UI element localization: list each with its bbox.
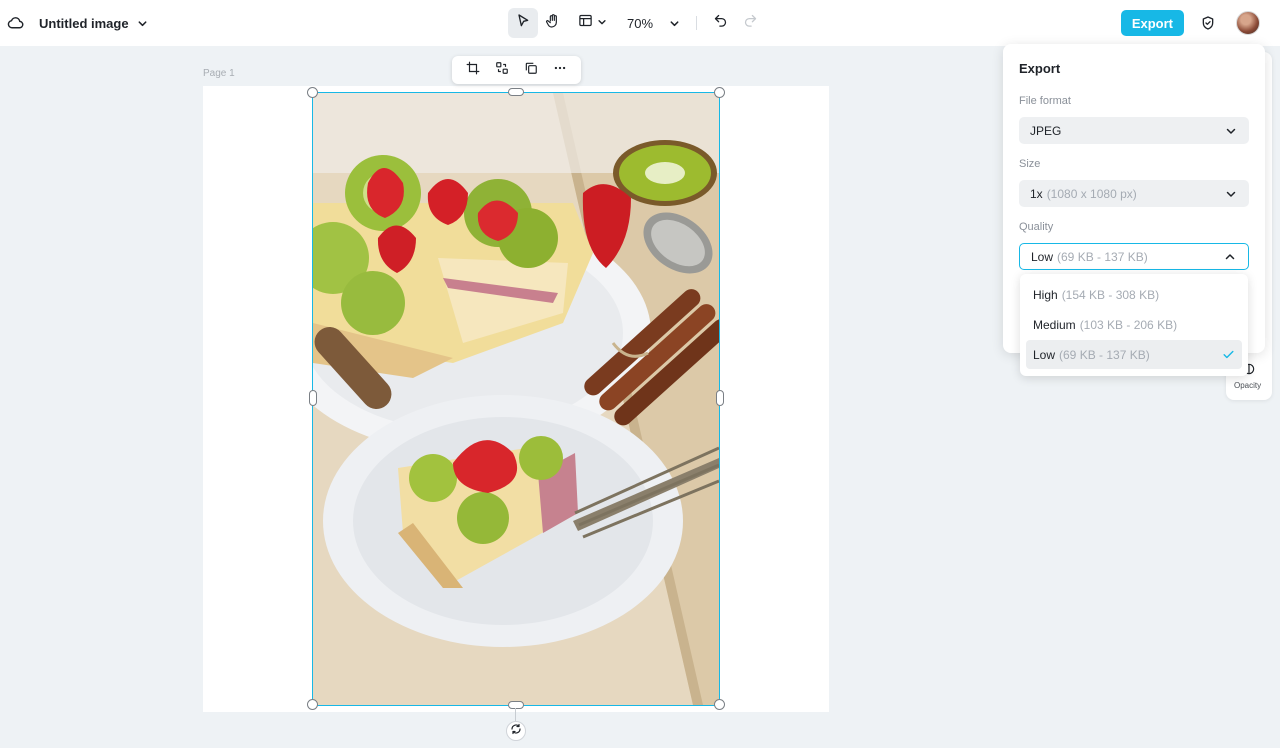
layout-icon bbox=[578, 13, 593, 33]
document-title-area: Untitled image bbox=[6, 10, 149, 36]
crop-icon bbox=[466, 61, 480, 80]
resize-handle-right[interactable] bbox=[716, 390, 724, 406]
hand-tool-button[interactable] bbox=[538, 8, 568, 38]
option-name: High bbox=[1033, 287, 1058, 302]
checkmark-icon bbox=[1222, 348, 1235, 361]
pointer-icon bbox=[515, 13, 531, 34]
size-detail: (1080 x 1080 px) bbox=[1046, 186, 1137, 201]
file-format-label: File format bbox=[1019, 95, 1071, 107]
fruit-tart-photo bbox=[313, 93, 719, 705]
undo-button[interactable] bbox=[705, 8, 735, 38]
quality-option-medium[interactable]: Medium (103 KB - 206 KB) bbox=[1026, 310, 1242, 339]
top-bar: Untitled image 70% Export bbox=[0, 0, 1280, 46]
resize-handle-left[interactable] bbox=[309, 390, 317, 406]
option-detail: (154 KB - 308 KB) bbox=[1061, 287, 1160, 302]
zoom-chevron-down-icon[interactable] bbox=[669, 18, 680, 29]
quality-option-low[interactable]: Low (69 KB - 137 KB) bbox=[1026, 340, 1242, 369]
select-tool-button[interactable] bbox=[508, 8, 538, 38]
size-label: Size bbox=[1019, 158, 1041, 170]
more-options-button[interactable] bbox=[548, 58, 572, 82]
hand-icon bbox=[545, 13, 561, 34]
layout-menu-button[interactable] bbox=[578, 13, 607, 33]
cloud-sync-icon[interactable] bbox=[6, 14, 24, 32]
document-title[interactable]: Untitled image bbox=[39, 16, 129, 31]
opacity-label: Opacity bbox=[1234, 381, 1262, 390]
page-label: Page 1 bbox=[203, 68, 235, 79]
top-bar-actions: Export bbox=[1120, 9, 1260, 37]
replace-image-button[interactable] bbox=[490, 58, 514, 82]
chevron-down-icon bbox=[1225, 125, 1237, 137]
option-detail: (103 KB - 206 KB) bbox=[1079, 317, 1178, 332]
option-detail: (69 KB - 137 KB) bbox=[1059, 347, 1150, 362]
image-context-toolbar bbox=[452, 56, 581, 84]
quality-label: Quality bbox=[1019, 221, 1054, 233]
zoom-level[interactable]: 70% bbox=[627, 16, 653, 31]
chevron-down-icon bbox=[597, 14, 607, 32]
selected-image[interactable] bbox=[313, 93, 719, 705]
resize-handle-bottom[interactable] bbox=[508, 701, 524, 709]
undo-icon bbox=[713, 13, 728, 33]
size-select[interactable]: 1x (1080 x 1080 px) bbox=[1019, 180, 1249, 207]
chevron-up-icon bbox=[1224, 251, 1236, 263]
redo-icon bbox=[743, 13, 758, 33]
resize-handle-top[interactable] bbox=[508, 88, 524, 96]
redo-button[interactable] bbox=[735, 8, 765, 38]
rotate-handle[interactable] bbox=[506, 721, 526, 741]
quality-option-high[interactable]: High (154 KB - 308 KB) bbox=[1026, 280, 1242, 309]
option-name: Medium bbox=[1033, 317, 1076, 332]
quality-value: Low bbox=[1031, 249, 1054, 264]
quality-dropdown-menu: High (154 KB - 308 KB) Medium (103 KB - … bbox=[1020, 274, 1248, 376]
shield-icon[interactable] bbox=[1199, 14, 1217, 32]
resize-handle-bottom-right[interactable] bbox=[714, 699, 725, 710]
resize-handle-top-left[interactable] bbox=[307, 87, 318, 98]
avatar[interactable] bbox=[1236, 11, 1260, 35]
replace-icon bbox=[495, 61, 509, 80]
option-name: Low bbox=[1033, 347, 1056, 362]
resize-handle-top-right[interactable] bbox=[714, 87, 725, 98]
chevron-down-icon[interactable] bbox=[137, 17, 149, 29]
toolbar-divider bbox=[696, 16, 698, 30]
duplicate-icon bbox=[524, 61, 538, 80]
duplicate-button[interactable] bbox=[519, 58, 543, 82]
chevron-down-icon bbox=[1225, 188, 1237, 200]
more-icon bbox=[553, 61, 567, 80]
crop-button[interactable] bbox=[461, 58, 485, 82]
file-format-value: JPEG bbox=[1030, 123, 1062, 138]
rotate-stem bbox=[515, 708, 516, 721]
file-format-select[interactable]: JPEG bbox=[1019, 117, 1249, 144]
size-value: 1x bbox=[1030, 186, 1043, 201]
resize-handle-bottom-left[interactable] bbox=[307, 699, 318, 710]
export-button[interactable]: Export bbox=[1120, 10, 1184, 36]
quality-select[interactable]: Low (69 KB - 137 KB) bbox=[1019, 243, 1249, 270]
export-panel-title: Export bbox=[1019, 61, 1061, 76]
rotate-icon bbox=[510, 722, 522, 740]
quality-detail: (69 KB - 137 KB) bbox=[1057, 249, 1148, 264]
tool-group: 70% bbox=[508, 8, 765, 38]
